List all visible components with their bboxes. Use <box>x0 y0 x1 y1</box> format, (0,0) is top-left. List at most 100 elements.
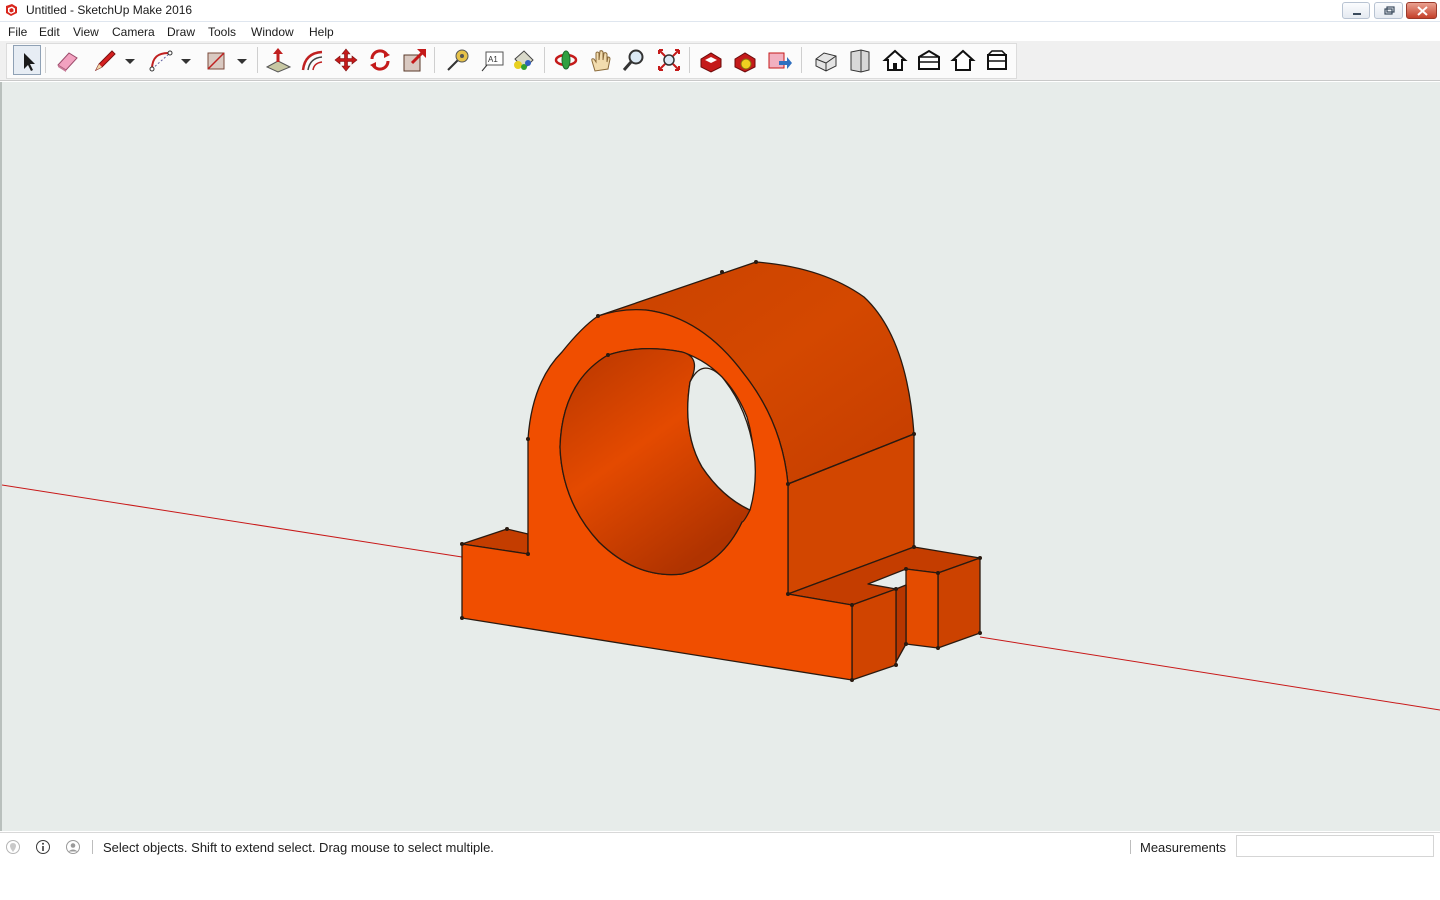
eraser-tool-button[interactable] <box>53 45 81 75</box>
toolbar-separator <box>544 47 545 73</box>
tape-measure-icon <box>447 49 469 71</box>
info-icon[interactable] <box>35 839 51 855</box>
red-axis-left <box>2 484 463 558</box>
iso-view-button[interactable] <box>812 45 840 75</box>
rectangle-icon <box>207 52 225 70</box>
zoom-extents-tool-button[interactable] <box>655 45 683 75</box>
rotate-tool-button[interactable] <box>366 45 394 75</box>
menu-tools[interactable]: Tools <box>208 25 236 39</box>
toolbar-separator <box>45 47 46 73</box>
text-tool-button[interactable]: A1 <box>478 45 506 75</box>
geo-location-icon[interactable] <box>5 839 21 855</box>
share-model-icon <box>768 52 792 69</box>
right-tab-front <box>905 568 939 649</box>
toolbar: A1 <box>0 41 1440 81</box>
left-view-icon <box>987 50 1007 70</box>
offset-icon <box>301 50 323 71</box>
rectangle-tool-button[interactable] <box>202 45 230 75</box>
minimize-button[interactable] <box>1342 2 1370 19</box>
orbit-tool-button[interactable] <box>552 45 580 75</box>
status-separator <box>1130 840 1131 854</box>
back-view-button[interactable] <box>949 45 977 75</box>
title-bar: Untitled - SketchUp Make 2016 <box>0 0 1440 22</box>
back-view-icon <box>950 49 976 71</box>
right-view-button[interactable] <box>915 45 943 75</box>
maximize-icon <box>1384 6 1395 15</box>
offset-tool-button[interactable] <box>298 45 326 75</box>
toolbar-separator <box>434 47 435 73</box>
menu-draw[interactable]: Draw <box>167 25 195 39</box>
front-view-icon <box>882 49 908 71</box>
chevron-down-icon[interactable] <box>180 45 192 75</box>
toolbar-separator <box>689 47 690 73</box>
toolbar-separator <box>257 47 258 73</box>
scale-icon <box>403 49 426 72</box>
minimize-icon <box>1353 13 1361 15</box>
arc-tool-button[interactable] <box>147 45 175 75</box>
model-viewport[interactable] <box>0 82 1440 831</box>
viewport-canvas[interactable] <box>2 82 1440 831</box>
paint-bucket-icon <box>514 50 534 70</box>
orbit-icon <box>554 50 578 70</box>
red-axis-right <box>979 636 1440 711</box>
toolbar-separator <box>801 47 802 73</box>
line-tool-button[interactable] <box>91 45 119 75</box>
extension-warehouse-tool-button[interactable] <box>731 45 759 75</box>
chevron-down-icon[interactable] <box>236 45 248 75</box>
arc-icon <box>149 50 173 72</box>
front-view-button[interactable] <box>881 45 909 75</box>
extension-warehouse-icon <box>734 52 756 73</box>
tape-measure-tool-button[interactable] <box>443 45 471 75</box>
measurements-input[interactable] <box>1236 835 1434 857</box>
empty-area <box>0 860 1440 900</box>
zoom-icon <box>622 49 644 71</box>
top-view-icon <box>850 49 870 73</box>
menu-file[interactable]: File <box>8 25 27 39</box>
select-tool-button[interactable] <box>13 45 41 75</box>
pillow-block-model[interactable] <box>461 261 981 681</box>
menu-camera[interactable]: Camera <box>112 25 155 39</box>
measurements-label: Measurements <box>1140 840 1226 855</box>
close-icon <box>1417 6 1428 16</box>
maximize-button[interactable] <box>1374 2 1403 19</box>
chevron-down-icon[interactable] <box>124 45 136 75</box>
eraser-icon <box>57 52 78 72</box>
arrow-cursor-icon <box>24 53 35 71</box>
sketchup-icon <box>6 4 17 16</box>
text-icon: A1 <box>481 51 504 72</box>
left-view-button[interactable] <box>983 45 1011 75</box>
warehouse-tool-button[interactable] <box>697 45 725 75</box>
svg-text:A1: A1 <box>488 55 498 64</box>
user-icon[interactable] <box>65 839 81 855</box>
warehouse-icon <box>700 52 722 73</box>
right-view-icon <box>918 49 940 70</box>
menu-window[interactable]: Window <box>251 25 294 39</box>
rotate-icon <box>370 49 390 71</box>
menu-help[interactable]: Help <box>309 25 334 39</box>
zoom-tool-button[interactable] <box>620 45 648 75</box>
top-view-button[interactable] <box>846 45 874 75</box>
move-icon <box>334 48 358 72</box>
paint-bucket-tool-button[interactable] <box>509 45 537 75</box>
close-button[interactable] <box>1406 2 1437 19</box>
move-tool-button[interactable] <box>332 45 360 75</box>
push-pull-icon <box>265 48 292 73</box>
share-model-tool-button[interactable] <box>765 45 793 75</box>
iso-view-icon <box>815 52 837 72</box>
status-message: Select objects. Shift to extend select. … <box>103 840 494 855</box>
menu-view[interactable]: View <box>73 25 99 39</box>
scale-tool-button[interactable] <box>400 45 428 75</box>
status-bar: Select objects. Shift to extend select. … <box>0 832 1440 860</box>
pan-hand-icon <box>591 50 611 72</box>
zoom-extents-icon <box>658 49 680 71</box>
pan-tool-button[interactable] <box>586 45 614 75</box>
right-tab-side <box>937 557 981 649</box>
status-separator <box>92 840 93 854</box>
pencil-icon <box>94 50 116 72</box>
menu-edit[interactable]: Edit <box>39 25 60 39</box>
push-pull-tool-button[interactable] <box>264 45 292 75</box>
menu-bar: File Edit View Camera Draw Tools Window … <box>0 22 1440 41</box>
notch-face <box>895 584 907 663</box>
window-title: Untitled - SketchUp Make 2016 <box>26 3 193 17</box>
base-right-end <box>851 588 897 681</box>
